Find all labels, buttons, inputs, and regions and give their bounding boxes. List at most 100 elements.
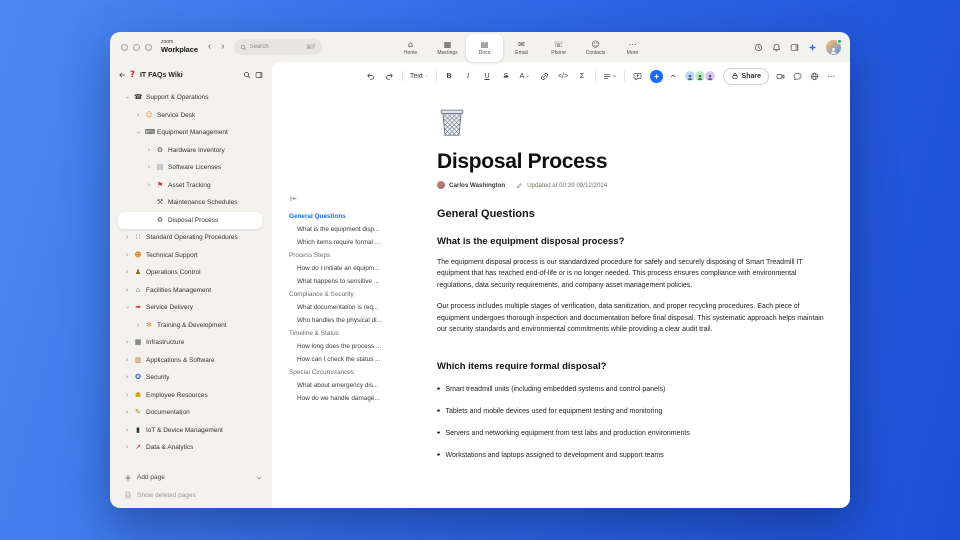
chevron-icon[interactable]: › — [124, 444, 130, 451]
outline-q-how-long[interactable]: How long does the process ... — [289, 340, 433, 353]
sidebar-item-maintenance-schedules[interactable]: › ⚒ Maintenance Schedules — [118, 194, 272, 212]
text-color-dropdown[interactable]: A — [519, 68, 532, 84]
sidebar-item-operations-control[interactable]: › ♟ Operations Control — [118, 264, 272, 282]
insert-link-button[interactable] — [538, 68, 551, 84]
outline-q-how-initiate[interactable]: How do I initiate an equipm... — [289, 262, 433, 275]
video-camera-icon[interactable] — [776, 72, 785, 81]
bullet-bullet-tablets[interactable]: Tablets and mobile devices used for equi… — [437, 408, 824, 415]
italic-button[interactable]: I — [462, 68, 475, 84]
sidebar-back-icon[interactable] — [118, 71, 126, 79]
chevron-icon[interactable]: › — [124, 251, 130, 259]
sidebar-item-iot-device-management[interactable]: › ▮ IoT & Device Management — [118, 422, 272, 440]
code-block-button[interactable]: </> — [557, 68, 570, 84]
underline-button[interactable]: U — [481, 68, 494, 84]
outline-special-circumstances[interactable]: Special Circumstances — [289, 366, 433, 379]
chevron-icon[interactable]: › — [124, 426, 130, 434]
tab-phone[interactable]: ☏ Phone — [540, 34, 577, 62]
chevron-icon[interactable]: › — [124, 95, 132, 101]
user-avatar[interactable] — [826, 38, 842, 55]
search-input[interactable] — [249, 44, 304, 50]
chat-bubble-icon[interactable] — [793, 72, 802, 81]
sidebar-item-disposal-process[interactable]: › ♻ Disposal Process — [118, 211, 262, 229]
undo-button[interactable] — [364, 68, 377, 84]
sidebar-item-service-desk[interactable]: › ☺ Service Desk — [118, 107, 272, 125]
chevron-icon[interactable]: › — [124, 374, 130, 381]
question-heading[interactable]: What is the equipment disposal process? — [437, 236, 824, 247]
tab-docs[interactable]: ▤ Docs — [466, 34, 503, 62]
bold-button[interactable]: B — [443, 68, 456, 84]
chevron-icon[interactable]: › — [124, 269, 130, 276]
chevron-icon[interactable]: › — [135, 321, 141, 329]
section-heading[interactable]: General Questions — [437, 208, 824, 220]
add-page-caret-icon[interactable] — [255, 474, 263, 482]
bullet-bullet-servers[interactable]: Servers and networking equipment from te… — [437, 430, 824, 437]
chevron-icon[interactable]: › — [124, 305, 132, 311]
sidebar-item-software-licenses[interactable]: › ▤ Software Licenses — [118, 159, 272, 177]
sidebar-item-standard-operating-procedures[interactable]: › ∷ Standard Operating Procedures — [118, 229, 272, 247]
sidebar-item-technical-support[interactable]: › ☻ Technical Support — [118, 247, 272, 265]
outline-q-check-status[interactable]: How can I check the status ... — [289, 353, 433, 366]
outline-q-damage[interactable]: How do we handle damage... — [289, 392, 433, 405]
page-title[interactable]: Disposal Process — [437, 150, 824, 174]
globe-language-icon[interactable] — [810, 72, 819, 81]
chevron-icon[interactable]: › — [146, 164, 152, 171]
sidebar-item-service-delivery[interactable]: › ➠ Service Delivery — [118, 299, 272, 317]
chevron-icon[interactable]: › — [124, 409, 130, 416]
sidebar-item-training-development[interactable]: › ✻ Training & Development — [118, 317, 272, 335]
paragraph[interactable]: Our process includes multiple stages of … — [437, 301, 824, 335]
outline-timeline-status[interactable]: Timeline & Status — [289, 327, 433, 340]
bullet-bullet-treadmills[interactable]: Smart treadmill units (including embedde… — [437, 386, 824, 393]
text-style-dropdown[interactable]: Text — [409, 68, 430, 84]
question-heading[interactable]: Which items require formal disposal? — [437, 361, 824, 372]
sidebar-item-facilities-management[interactable]: › ⌂ Facilities Management — [118, 282, 272, 300]
window-close-button[interactable] — [121, 43, 128, 51]
global-search-field[interactable]: ⌘F — [233, 39, 322, 55]
tab-more[interactable]: ⋯ More — [614, 34, 651, 62]
chevron-icon[interactable]: › — [135, 111, 141, 119]
paragraph[interactable]: The equipment disposal process is our st… — [437, 257, 824, 291]
sidebar-item-employee-resources[interactable]: › ☗ Employee Resources — [118, 387, 272, 405]
collapse-outline-icon[interactable] — [289, 194, 298, 203]
wiki-search-icon[interactable] — [243, 71, 251, 79]
outline-general-questions[interactable]: General Questions — [289, 210, 433, 223]
sidebar-collapse-icon[interactable] — [255, 71, 263, 79]
sidebar-item-security[interactable]: › ✪ Security — [118, 369, 272, 387]
redo-button[interactable] — [383, 68, 396, 84]
more-options-button[interactable]: ⋯ — [827, 72, 836, 81]
sidebar-item-data-analytics[interactable]: › ↗ Data & Analytics — [118, 439, 272, 457]
chevron-icon[interactable]: › — [124, 234, 130, 241]
sidebar-item-asset-tracking[interactable]: › ⚑ Asset Tracking — [118, 177, 272, 195]
sidebar-item-support-operations[interactable]: › ☎ Support & Operations — [118, 89, 272, 107]
nav-forward-button[interactable]: › — [221, 42, 224, 52]
share-button[interactable]: Share — [722, 67, 770, 85]
outline-q-which-items[interactable]: Which items require formal ... — [289, 236, 433, 249]
outline-q-what-is-disposal[interactable]: What is the equipment disp... — [289, 223, 433, 236]
tab-home[interactable]: ⌂ Home — [392, 34, 429, 62]
collaborator-avatar[interactable] — [703, 70, 716, 82]
add-page-button[interactable]: Add page — [118, 469, 263, 487]
outline-q-emergency[interactable]: What about emergency dis... — [289, 379, 433, 392]
sidebar-item-documentation[interactable]: › ✎ Documentation — [118, 404, 272, 422]
add-comment-button[interactable] — [631, 68, 644, 84]
chevron-icon[interactable]: › — [124, 356, 130, 364]
outline-compliance-security[interactable]: Compliance & Security — [289, 288, 433, 301]
chevron-icon[interactable]: › — [124, 286, 130, 294]
nav-back-button[interactable]: ‹ — [208, 42, 211, 52]
collapse-toolbar-icon[interactable] — [669, 72, 677, 80]
window-minimize-button[interactable] — [133, 43, 140, 51]
tab-contacts[interactable]: ☺ Contacts — [577, 34, 614, 62]
sidebar-item-infrastructure[interactable]: › ▦ Infrastructure — [118, 334, 272, 352]
ai-companion-sparkle-icon[interactable] — [808, 43, 817, 52]
outline-q-sensitive-data[interactable]: What happens to sensitive ... — [289, 275, 433, 288]
ai-companion-button[interactable] — [650, 69, 663, 83]
notifications-bell-icon[interactable] — [772, 43, 781, 52]
chevron-icon[interactable]: › — [124, 339, 130, 346]
document-content[interactable]: Disposal Process Carlos Washington Updat… — [433, 90, 850, 508]
sidebar-item-applications-software[interactable]: › ▥ Applications & Software — [118, 352, 272, 370]
chevron-icon[interactable]: › — [146, 181, 152, 189]
chevron-icon[interactable]: › — [124, 391, 130, 399]
sidebar-item-equipment-management[interactable]: › ⌨ Equipment Management — [118, 124, 272, 142]
outline-process-steps[interactable]: Process Steps — [289, 249, 433, 262]
chevron-icon[interactable]: › — [146, 146, 152, 154]
tab-meetings[interactable]: ▦ Meetings — [429, 34, 466, 62]
